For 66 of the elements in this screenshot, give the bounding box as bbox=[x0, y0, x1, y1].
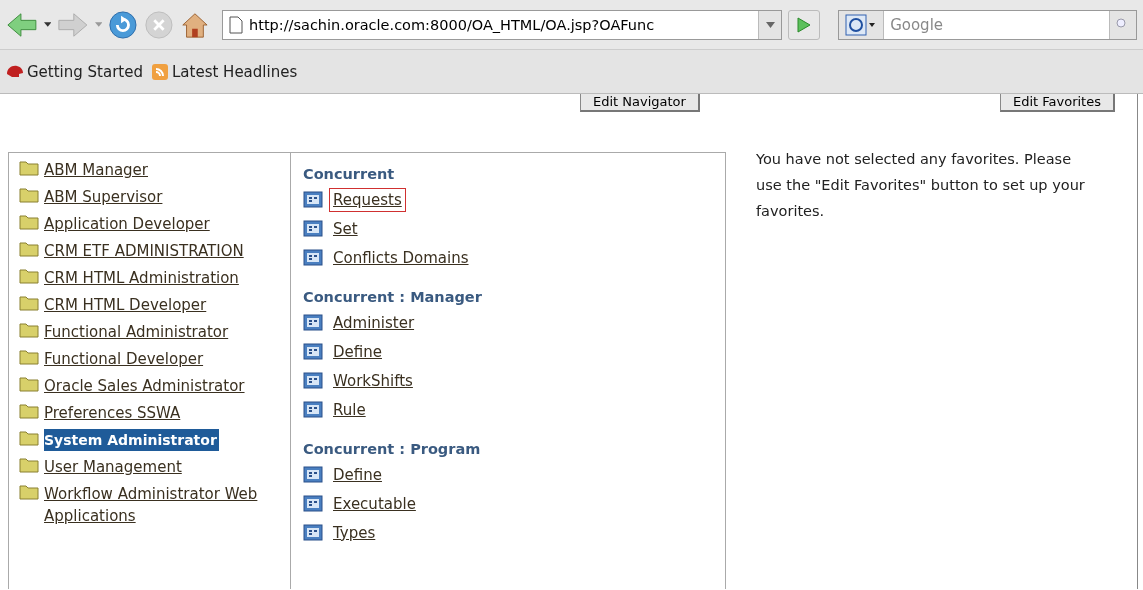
section-heading: Concurrent bbox=[303, 165, 396, 184]
function-link[interactable]: Conflicts Domains bbox=[329, 245, 473, 270]
folder-icon bbox=[19, 348, 39, 365]
function-link[interactable]: Executable bbox=[329, 491, 420, 516]
reload-icon[interactable] bbox=[108, 8, 139, 41]
window-icon bbox=[303, 372, 323, 389]
responsibility-link[interactable]: User Management bbox=[44, 456, 284, 478]
section-heading: Concurrent : Program bbox=[303, 440, 482, 459]
rss-icon bbox=[151, 62, 169, 81]
play-icon bbox=[797, 16, 812, 33]
dropdown-caret-icon[interactable] bbox=[765, 21, 775, 28]
function-link[interactable]: Set bbox=[329, 216, 362, 241]
folder-icon bbox=[19, 402, 39, 419]
address-bar[interactable]: http://sachin.oracle.com:8000/OA_HTML/OA.jsp?OAFunc bbox=[222, 9, 783, 40]
section-heading: Concurrent : Manager bbox=[303, 288, 483, 307]
folder-icon bbox=[19, 186, 39, 203]
responsibility-link[interactable]: ABM Supervisor bbox=[44, 186, 284, 208]
page-icon bbox=[229, 15, 244, 34]
function-link[interactable]: Types bbox=[329, 520, 380, 545]
bookmark-link[interactable]: Latest Headlines bbox=[172, 62, 298, 81]
folder-icon bbox=[19, 213, 39, 230]
bookmark-link[interactable]: Getting Started bbox=[27, 62, 143, 81]
responsibility-link[interactable]: Functional Administrator bbox=[44, 321, 284, 343]
responsibility-link[interactable]: Preferences SSWA bbox=[44, 402, 284, 424]
folder-icon bbox=[19, 483, 39, 500]
stop-icon[interactable] bbox=[144, 8, 175, 41]
responsibility-link[interactable]: CRM HTML Administration bbox=[44, 267, 284, 289]
folder-icon bbox=[19, 267, 39, 284]
function-link[interactable]: Rule bbox=[329, 397, 370, 422]
search-box[interactable]: Google bbox=[838, 9, 1137, 40]
folder-icon bbox=[19, 375, 39, 392]
window-icon bbox=[303, 191, 323, 208]
responsibility-link[interactable]: System Administrator bbox=[44, 429, 219, 451]
folder-icon bbox=[19, 294, 39, 311]
responsibility-link[interactable]: Application Developer bbox=[44, 213, 284, 235]
window-icon bbox=[303, 220, 323, 237]
responsibility-link[interactable]: Workflow Administrator Web Applications bbox=[44, 483, 284, 527]
window-icon bbox=[303, 524, 323, 541]
go-button[interactable] bbox=[788, 9, 821, 40]
responsibility-link[interactable]: CRM HTML Developer bbox=[44, 294, 284, 316]
function-link[interactable]: Administer bbox=[329, 310, 419, 335]
folder-icon bbox=[19, 456, 39, 473]
folder-icon bbox=[19, 429, 39, 446]
window-icon bbox=[303, 495, 323, 512]
window-icon bbox=[303, 466, 323, 483]
window-icon bbox=[303, 249, 323, 266]
responsibility-link[interactable]: CRM ETF ADMINISTRATION bbox=[44, 240, 284, 262]
function-link[interactable]: Define bbox=[329, 339, 386, 364]
function-link[interactable]: WorkShifts bbox=[329, 368, 417, 393]
window-icon bbox=[303, 314, 323, 331]
responsibility-link[interactable]: Oracle Sales Administrator bbox=[44, 375, 284, 397]
dropdown-caret-icon[interactable] bbox=[43, 22, 52, 27]
folder-icon bbox=[19, 321, 39, 338]
search-button[interactable] bbox=[1109, 10, 1136, 39]
window-icon bbox=[303, 343, 323, 360]
responsibility-link[interactable]: ABM Manager bbox=[44, 159, 284, 181]
favorites-message: You have not selected any favorites. Please use the "Edit Favorites" button to set up your favorites. bbox=[755, 150, 1086, 221]
edit-favorites-button[interactable]: Edit Favorites bbox=[999, 94, 1115, 112]
folder-icon bbox=[19, 240, 39, 257]
function-link[interactable]: Define bbox=[329, 462, 386, 487]
function-link[interactable]: Requests bbox=[329, 187, 406, 212]
search-engine-button[interactable] bbox=[839, 10, 885, 39]
responsibility-link[interactable]: Functional Developer bbox=[44, 348, 284, 370]
window-icon bbox=[303, 401, 323, 418]
folder-icon bbox=[19, 159, 39, 176]
edit-navigator-button[interactable]: Edit Navigator bbox=[580, 94, 700, 112]
